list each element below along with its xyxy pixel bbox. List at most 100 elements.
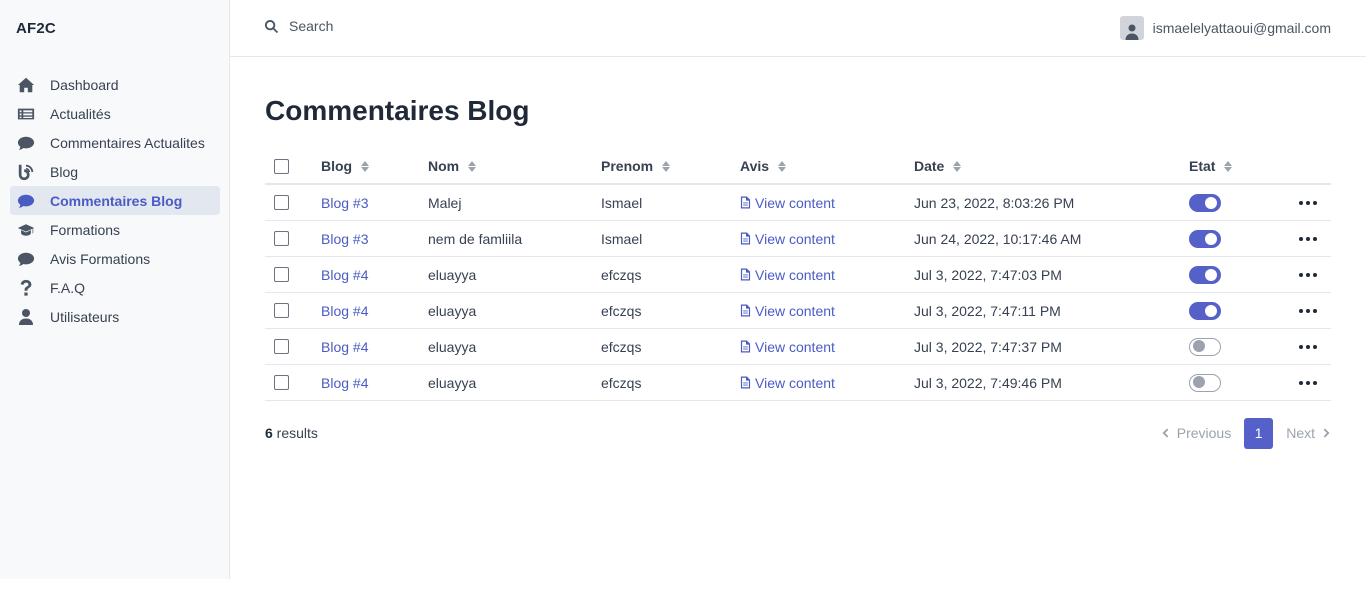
prenom-cell: efczqs <box>601 374 642 391</box>
sidebar-item-label: Formations <box>50 221 121 238</box>
sort-icon <box>778 160 787 172</box>
etat-toggle[interactable] <box>1189 373 1221 392</box>
etat-toggle[interactable] <box>1189 265 1221 284</box>
file-icon <box>740 196 751 209</box>
column-header-nom[interactable]: Nom <box>428 149 477 183</box>
column-header-etat[interactable]: Etat <box>1189 149 1233 183</box>
blog-link[interactable]: Blog #3 <box>321 195 368 211</box>
sidebar-item-utilisateurs[interactable]: Utilisateurs <box>10 302 220 331</box>
nom-cell: Malej <box>428 194 462 211</box>
user-icon <box>1125 24 1139 40</box>
view-content-link[interactable]: View content <box>740 303 835 319</box>
column-header-avis[interactable]: Avis <box>740 149 787 183</box>
sidebar-item-faq[interactable]: F.A.Q <box>10 273 220 302</box>
file-icon <box>740 304 751 317</box>
file-icon <box>740 232 751 245</box>
user-menu[interactable]: ismaelelyattaoui@gmail.com <box>1119 16 1331 40</box>
comment-icon <box>16 249 36 269</box>
next-page-button[interactable]: Next <box>1286 425 1331 441</box>
sidebar-item-label: Blog <box>50 163 79 180</box>
blog-link[interactable]: Blog #4 <box>321 267 368 283</box>
sidebar-nav: Dashboard Actualités Commentaires Actual… <box>10 70 220 331</box>
sidebar-item-label: Avis Formations <box>50 250 151 267</box>
column-header-blog[interactable]: Blog <box>321 149 370 183</box>
sidebar-item-dashboard[interactable]: Dashboard <box>10 70 220 99</box>
sidebar-item-label: F.A.Q <box>50 279 86 296</box>
chevron-right-icon <box>1323 428 1330 438</box>
table-row: Blog #4 eluayya efczqs View content Jul … <box>265 329 1331 365</box>
row-checkbox[interactable] <box>274 231 289 246</box>
blog-link[interactable]: Blog #4 <box>321 303 368 319</box>
sort-icon <box>1224 160 1233 172</box>
more-actions-icon[interactable] <box>1297 200 1318 205</box>
table-row: Blog #3 nem de famliila Ismael View cont… <box>265 221 1331 257</box>
more-actions-icon[interactable] <box>1297 236 1318 241</box>
date-cell: Jun 24, 2022, 10:17:46 AM <box>914 230 1082 247</box>
etat-toggle[interactable] <box>1189 193 1221 212</box>
etat-toggle[interactable] <box>1189 301 1221 320</box>
newspaper-icon <box>16 104 36 124</box>
nom-cell: nem de famliila <box>428 230 523 247</box>
table-row: Blog #4 eluayya efczqs View content Jul … <box>265 365 1331 401</box>
user-icon <box>16 307 36 327</box>
file-icon <box>740 268 751 281</box>
file-icon <box>740 376 751 389</box>
etat-toggle[interactable] <box>1189 229 1221 248</box>
file-icon <box>740 340 751 353</box>
brand-logo[interactable]: AF2C <box>16 20 56 37</box>
row-checkbox[interactable] <box>274 195 289 210</box>
previous-page-button[interactable]: Previous <box>1161 425 1231 441</box>
view-content-link[interactable]: View content <box>740 375 835 391</box>
date-cell: Jul 3, 2022, 7:47:37 PM <box>914 338 1062 355</box>
user-email[interactable]: ismaelelyattaoui@gmail.com <box>1153 20 1331 36</box>
column-header-date[interactable]: Date <box>914 149 962 183</box>
row-checkbox[interactable] <box>274 339 289 354</box>
view-content-link[interactable]: View content <box>740 339 835 355</box>
sidebar-item-commentaires-actualites[interactable]: Commentaires Actualites <box>10 128 220 157</box>
sidebar-item-label: Utilisateurs <box>50 308 120 325</box>
sort-icon <box>468 160 477 172</box>
sort-icon <box>953 160 962 172</box>
prenom-cell: Ismael <box>601 194 643 211</box>
sidebar-item-actualites[interactable]: Actualités <box>10 99 220 128</box>
sidebar-item-avis-formations[interactable]: Avis Formations <box>10 244 220 273</box>
more-actions-icon[interactable] <box>1297 308 1318 313</box>
table-row: Blog #4 eluayya efczqs View content Jul … <box>265 293 1331 329</box>
row-checkbox[interactable] <box>274 375 289 390</box>
more-actions-icon[interactable] <box>1297 380 1318 385</box>
date-cell: Jul 3, 2022, 7:47:11 PM <box>914 302 1061 319</box>
select-all-checkbox[interactable] <box>274 158 289 174</box>
search-input[interactable] <box>289 18 589 34</box>
search-icon <box>264 19 279 33</box>
view-content-link[interactable]: View content <box>740 195 835 211</box>
view-content-link[interactable]: View content <box>740 231 835 247</box>
question-icon <box>16 278 36 298</box>
page-title: Commentaires Blog <box>265 95 530 126</box>
table-header: Blog Nom Prenom Avis Date Etat <box>265 149 1331 185</box>
sidebar-item-formations[interactable]: Formations <box>10 215 220 244</box>
row-checkbox[interactable] <box>274 303 289 318</box>
avatar[interactable] <box>1119 16 1144 40</box>
sidebar-item-commentaires-blog[interactable]: Commentaires Blog <box>10 186 220 215</box>
page-button-current[interactable]: 1 <box>1244 417 1274 449</box>
sidebar-item-label: Dashboard <box>50 76 119 93</box>
blog-link[interactable]: Blog #4 <box>321 339 368 355</box>
sidebar-item-blog[interactable]: Blog <box>10 157 220 186</box>
more-actions-icon[interactable] <box>1297 344 1318 349</box>
comment-icon <box>16 191 36 211</box>
more-actions-icon[interactable] <box>1297 272 1318 277</box>
sidebar: AF2C Dashboard Actualités Commentaires A… <box>0 0 230 579</box>
blog-link[interactable]: Blog #3 <box>321 231 368 247</box>
sidebar-item-label: Actualités <box>50 105 111 122</box>
view-content-link[interactable]: View content <box>740 267 835 283</box>
comments-table: Blog Nom Prenom Avis Date Etat Blog #3 M… <box>265 149 1331 401</box>
row-checkbox[interactable] <box>274 267 289 282</box>
sort-icon <box>361 160 370 172</box>
date-cell: Jul 3, 2022, 7:49:46 PM <box>914 374 1062 391</box>
prenom-cell: Ismael <box>601 230 643 247</box>
blog-link[interactable]: Blog #4 <box>321 375 368 391</box>
table-row: Blog #4 eluayya efczqs View content Jul … <box>265 257 1331 293</box>
column-header-prenom[interactable]: Prenom <box>601 149 671 183</box>
etat-toggle[interactable] <box>1189 337 1221 356</box>
nom-cell: eluayya <box>428 266 477 283</box>
